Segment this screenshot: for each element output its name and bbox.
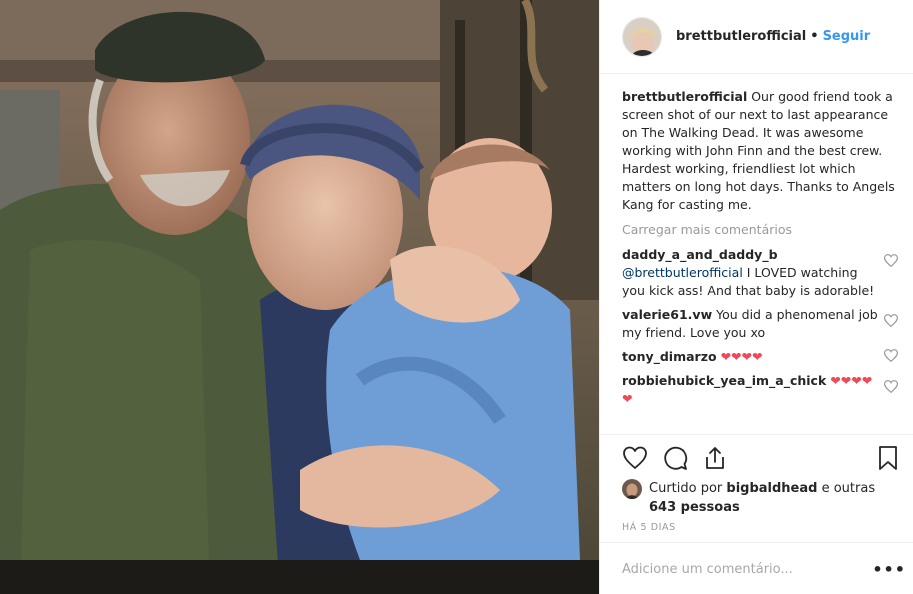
small-heart-icon[interactable] bbox=[884, 314, 898, 327]
bookmark-icon[interactable] bbox=[876, 445, 900, 471]
post-username[interactable]: brettbutlerofficial bbox=[676, 29, 806, 44]
comment-item: tony_dimarzo ❤❤❤❤ bbox=[622, 348, 904, 366]
likes-summary: Curtido por bigbaldhead e outras 643 pes… bbox=[622, 479, 902, 517]
action-icons bbox=[622, 445, 728, 471]
post-actions: Curtido por bigbaldhead e outras 643 pes… bbox=[600, 434, 913, 594]
likes-text: Curtido por bigbaldhead e outras 643 pes… bbox=[649, 479, 902, 517]
small-heart-icon[interactable] bbox=[884, 380, 898, 393]
heart-icon[interactable] bbox=[622, 445, 648, 471]
add-comment-input[interactable] bbox=[622, 561, 852, 577]
liker-username[interactable]: bigbaldhead bbox=[726, 481, 817, 496]
caption-username[interactable]: brettbutlerofficial bbox=[622, 89, 747, 104]
comment-mention[interactable]: @brettbutlerofficial bbox=[622, 265, 743, 280]
liker-avatar-image bbox=[622, 479, 642, 499]
comment-username[interactable]: robbiehubick_yea_im_a_chick bbox=[622, 373, 826, 388]
comment-icon[interactable] bbox=[662, 445, 688, 471]
liker-avatar[interactable] bbox=[622, 479, 642, 499]
instagram-post-window: brettbutlerofficial • Seguir brettbutler… bbox=[0, 0, 913, 594]
add-comment-bar: ••• bbox=[600, 542, 913, 594]
comment-username[interactable]: daddy_a_and_daddy_b bbox=[622, 247, 778, 262]
comment-username[interactable]: valerie61.vw bbox=[622, 307, 712, 322]
likes-middle: e outras bbox=[817, 481, 876, 496]
load-more-comments-link[interactable]: Carregar mais comentários bbox=[622, 222, 904, 237]
likes-prefix: Curtido por bbox=[649, 481, 727, 496]
post-header: brettbutlerofficial • Seguir bbox=[600, 0, 913, 74]
post-sidebar: brettbutlerofficial • Seguir brettbutler… bbox=[599, 0, 913, 594]
small-heart-icon[interactable] bbox=[884, 349, 898, 362]
profile-avatar[interactable] bbox=[622, 16, 662, 57]
separator-dot: • bbox=[810, 29, 819, 44]
photo-illustration bbox=[0, 0, 599, 594]
comment-emoji: ❤❤❤❤ bbox=[720, 349, 763, 364]
post-photo[interactable] bbox=[0, 0, 599, 594]
follow-button[interactable]: Seguir bbox=[823, 29, 871, 44]
post-timestamp[interactable]: HÁ 5 DIAS bbox=[622, 522, 676, 533]
caption-text: Our good friend took a screen shot of ou… bbox=[622, 89, 895, 212]
more-options-icon[interactable]: ••• bbox=[872, 560, 906, 579]
small-heart-icon[interactable] bbox=[884, 254, 898, 267]
comment-item: robbiehubick_yea_im_a_chick ❤❤❤❤❤ bbox=[622, 372, 904, 408]
comments-list: brettbutlerofficial Our good friend took… bbox=[622, 88, 904, 414]
comment-item: daddy_a_and_daddy_b @brettbutlerofficial… bbox=[622, 246, 904, 300]
post-caption: brettbutlerofficial Our good friend took… bbox=[622, 88, 904, 214]
share-icon[interactable] bbox=[702, 445, 728, 471]
likes-count[interactable]: 643 pessoas bbox=[649, 500, 740, 515]
comment-username[interactable]: tony_dimarzo bbox=[622, 349, 717, 364]
comment-item: valerie61.vw You did a phenomenal job my… bbox=[622, 306, 904, 342]
avatar-image bbox=[623, 17, 661, 56]
